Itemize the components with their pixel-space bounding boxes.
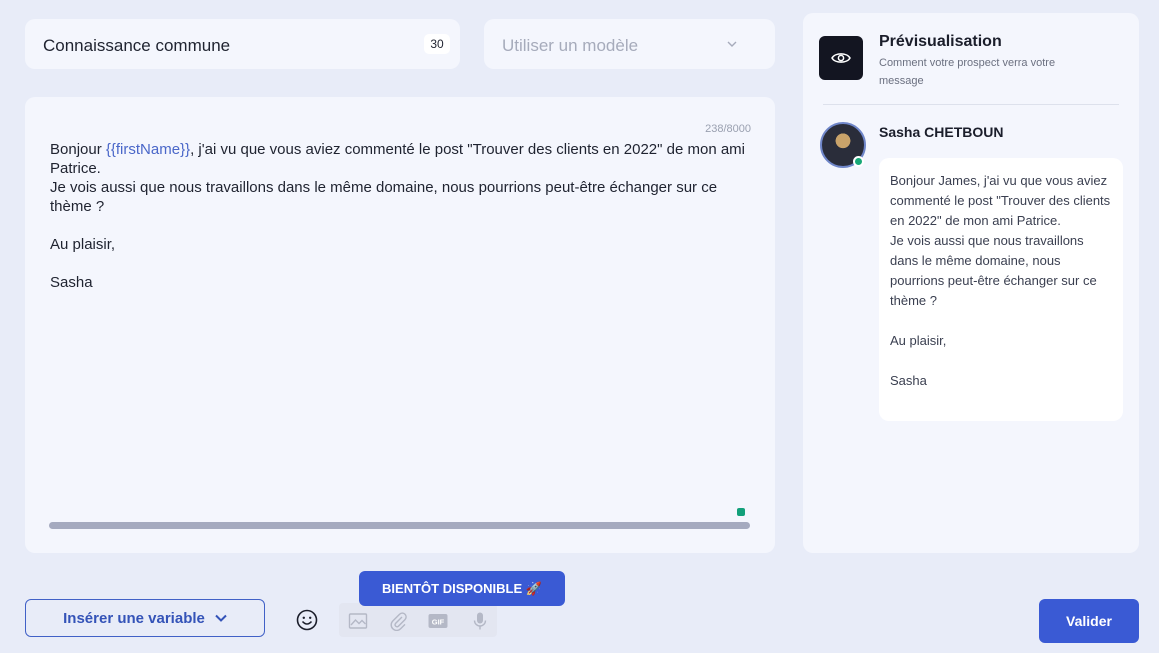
char-counter: 238/8000: [705, 123, 751, 135]
smiley-icon[interactable]: [296, 609, 318, 631]
firstname-variable: {{firstName}}: [105, 141, 191, 158]
preview-panel: Prévisualisation Comment votre prospect …: [803, 13, 1139, 553]
relation-field[interactable]: Connaissance commune 30: [25, 19, 460, 69]
insert-variable-button[interactable]: Insérer une variable: [25, 599, 265, 637]
message-bubble: Bonjour James, j'ai vu que vous aviez co…: [879, 158, 1123, 421]
image-icon: [348, 613, 368, 629]
divider: [823, 104, 1119, 105]
paperclip-icon: [390, 612, 407, 631]
preview-icon-box: [819, 36, 863, 80]
relation-value: Connaissance commune: [43, 36, 231, 55]
chevron-down-icon: [215, 614, 227, 622]
message-text[interactable]: Bonjour {{firstName}}, j'ai vu que vous …: [50, 140, 760, 292]
template-placeholder: Utiliser un modèle: [502, 36, 639, 55]
microphone-icon: [473, 612, 487, 630]
validate-button[interactable]: Valider: [1039, 599, 1139, 643]
insert-variable-label: Insérer une variable: [63, 609, 205, 627]
online-indicator: [853, 156, 864, 167]
message-text-start: Bonjour: [50, 141, 106, 158]
template-select[interactable]: Utiliser un modèle: [484, 19, 775, 69]
preview-title: Prévisualisation: [879, 33, 1002, 50]
preview-subtitle: Comment votre prospect verra votre messa…: [879, 57, 1056, 87]
eye-icon: [831, 53, 851, 63]
chevron-down-icon: [727, 41, 737, 47]
gif-icon: GIF: [428, 614, 448, 628]
editor-status-dot: [737, 508, 745, 516]
horizontal-scrollbar[interactable]: [49, 522, 750, 529]
gif-label: GIF: [432, 617, 445, 626]
message-editor[interactable]: 238/8000 Bonjour {{firstName}}, j'ai vu …: [25, 97, 775, 553]
relation-count-badge: 30: [424, 34, 450, 54]
sender-name: Sasha CHETBOUN: [879, 124, 1004, 140]
message-text-rest: , j'ai vu que vous aviez commenté le pos…: [50, 141, 745, 291]
coming-soon-badge: BIENTÔT DISPONIBLE 🚀: [359, 571, 565, 606]
